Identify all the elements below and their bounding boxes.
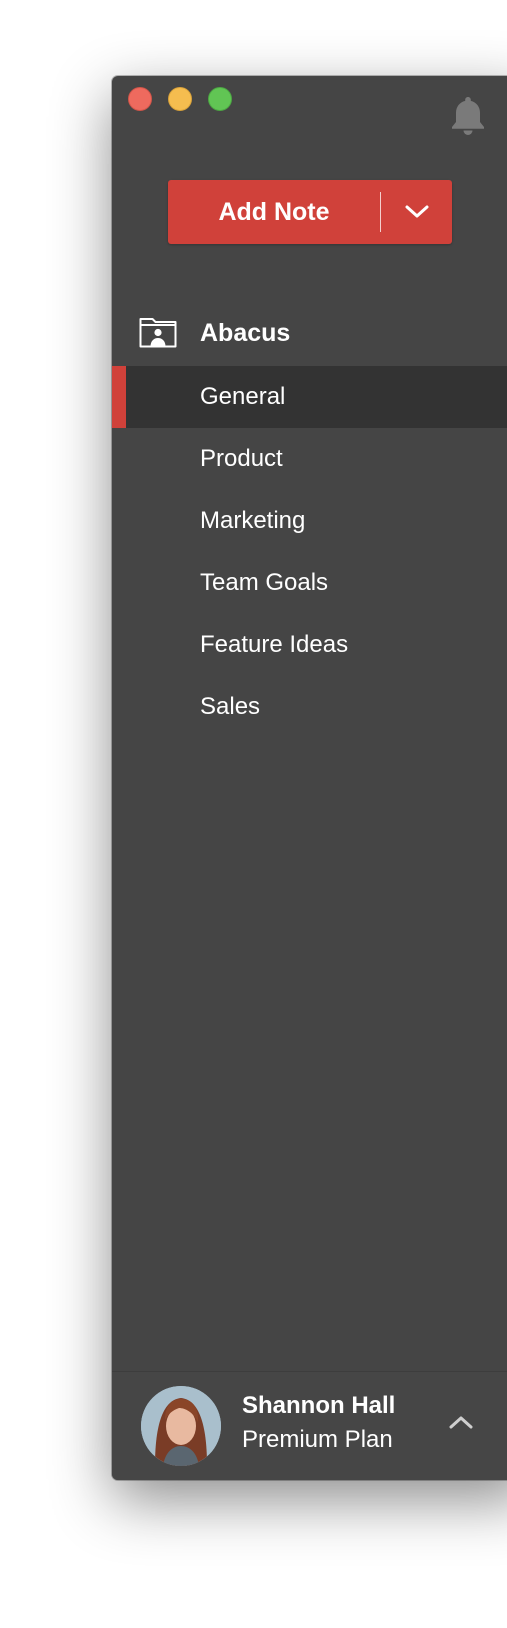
add-note-label: Add Note <box>218 197 330 226</box>
notebook-item-team-goals[interactable]: Team Goals <box>112 552 507 614</box>
notebook-label: Team Goals <box>200 569 329 596</box>
notebook-label: Product <box>200 445 283 472</box>
app-window: Add Note Abacus General Product Marketin… <box>112 76 507 1480</box>
project-name: Abacus <box>200 318 291 347</box>
notebook-item-product[interactable]: Product <box>112 428 507 490</box>
window-maximize-button[interactable] <box>208 87 232 111</box>
chevron-down-icon <box>405 205 428 218</box>
notebook-item-feature-ideas[interactable]: Feature Ideas <box>112 614 507 676</box>
add-note-dropdown-button[interactable] <box>381 180 452 244</box>
avatar-image <box>141 1386 221 1466</box>
user-plan: Premium Plan <box>242 1426 393 1453</box>
notebook-item-marketing[interactable]: Marketing <box>112 490 507 552</box>
user-footer: Shannon Hall Premium Plan <box>112 1371 507 1480</box>
shared-folder-icon <box>139 318 177 348</box>
notebook-list: General Product Marketing Team Goals Fea… <box>112 366 507 738</box>
project-header[interactable]: Abacus <box>112 300 507 366</box>
notebook-label: Sales <box>200 693 261 720</box>
add-note-button[interactable]: Add Note <box>168 180 452 244</box>
user-name: Shannon Hall <box>242 1392 396 1419</box>
notebook-item-general[interactable]: General <box>112 366 507 428</box>
chevron-up-icon[interactable] <box>448 1412 474 1432</box>
window-close-button[interactable] <box>128 87 152 111</box>
notebook-label: Feature Ideas <box>200 631 349 658</box>
notebook-item-sales[interactable]: Sales <box>112 676 507 738</box>
avatar[interactable] <box>141 1386 221 1466</box>
notebook-label: General <box>200 383 286 410</box>
bell-icon[interactable] <box>448 94 488 136</box>
window-minimize-button[interactable] <box>168 87 192 111</box>
notebook-label: Marketing <box>200 507 306 534</box>
